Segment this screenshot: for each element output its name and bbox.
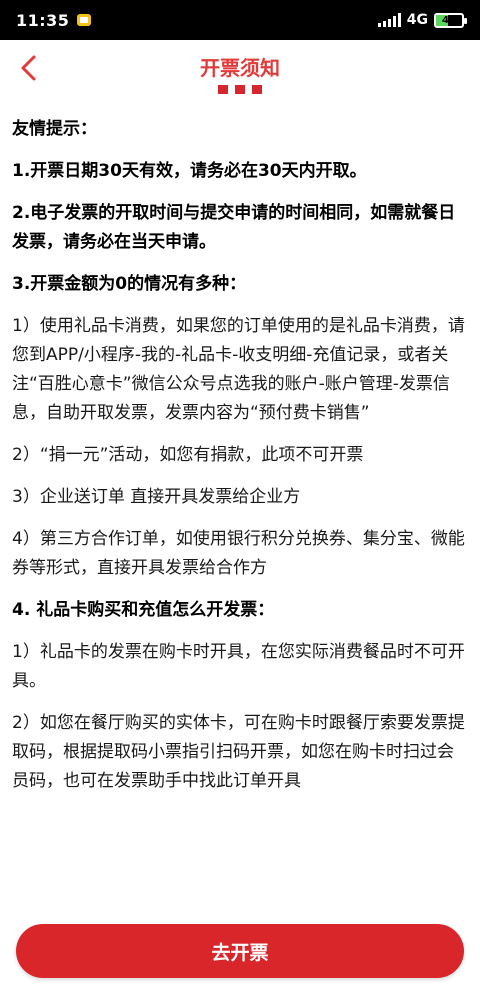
title-decoration (0, 85, 480, 94)
notice-paragraph: 4）第三方合作订单，如使用银行积分兑换券、集分宝、微能券等形式，直接开具发票给合… (12, 529, 465, 578)
notice-paragraph: 2）“捐一元”活动，如您有捐款，此项不可开票 (12, 445, 364, 465)
notice-heading: 4. 礼品卡购买和充值怎么开发票： (12, 600, 275, 620)
notification-icon (77, 14, 92, 26)
notice-paragraph: 2）如您在餐厅购买的实体卡，可在购卡时跟餐厅索要发票提取码，根据提取码小票指引扫… (12, 713, 465, 791)
go-invoice-button[interactable]: 去开票 (16, 924, 464, 978)
status-time: 11:35 (16, 10, 70, 30)
notice-content[interactable]: 友情提示： 1.开票日期30天有效，请务必在30天内开取。 2.电子发票的开取时间与… (0, 102, 480, 912)
signal-icon (377, 13, 401, 27)
status-bar: 11:35 4G 46 (0, 0, 480, 40)
header: 开票须知 (0, 40, 480, 102)
decor-square (252, 85, 262, 94)
status-left: 11:35 (16, 10, 92, 30)
bottom-bar: 去开票 (0, 912, 480, 999)
decor-square (218, 85, 228, 94)
notice-heading: 友情提示： (12, 119, 97, 139)
network-type: 4G (406, 12, 428, 28)
page-title: 开票须知 (200, 56, 280, 80)
battery-level: 46 (442, 14, 456, 26)
notice-heading: 2.电子发票的开取时间与提交申请的时间相同，如需就餐日发票，请务必在当天申请。 (12, 203, 456, 252)
notice-heading: 1.开票日期30天有效，请务必在30天内开取。 (12, 161, 367, 181)
notice-paragraph: 3）企业送订单 直接开具发票给企业方 (12, 487, 301, 507)
status-right: 4G 46 (377, 12, 467, 28)
notice-heading: 3.开票金额为0的情况有多种： (12, 274, 247, 294)
notice-paragraph: 1）使用礼品卡消费，如果您的订单使用的是礼品卡消费，请您到APP/小程序-我的-… (12, 316, 465, 423)
notice-paragraph: 1）礼品卡的发票在购卡时开具，在您实际消费餐品时不可开具。 (12, 642, 465, 691)
battery-icon: 46 (434, 12, 467, 28)
decor-square (235, 85, 245, 94)
